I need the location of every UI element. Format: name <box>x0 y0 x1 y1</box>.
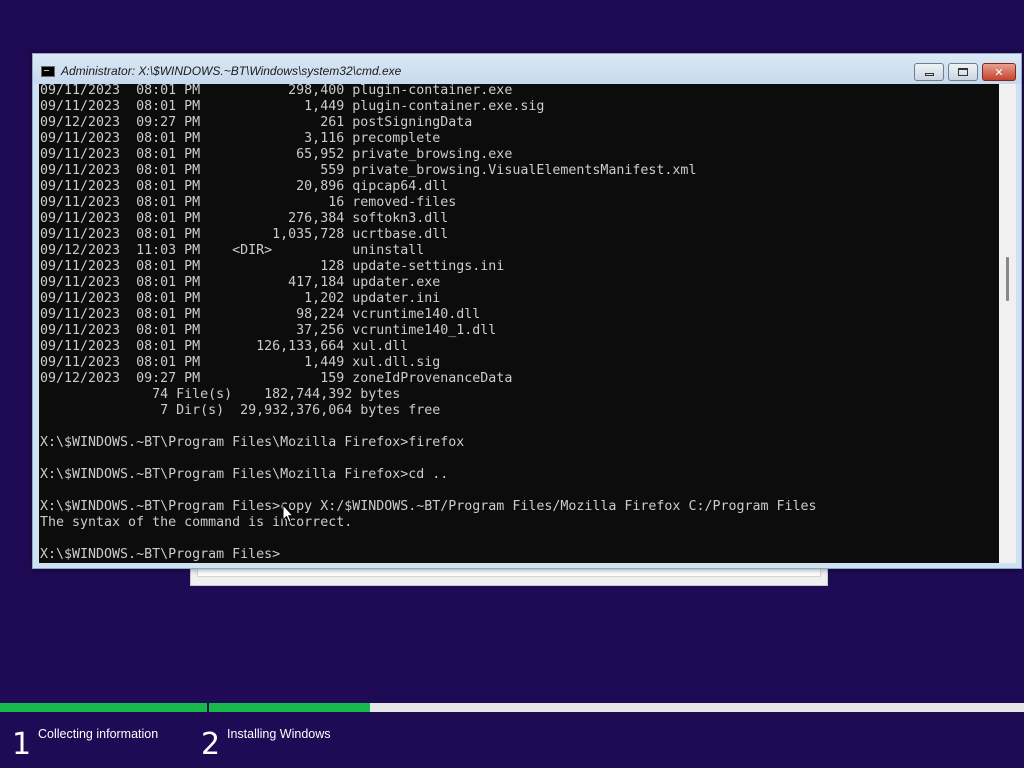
cmd-icon <box>41 66 55 77</box>
step-number: 1 <box>12 727 32 762</box>
close-button[interactable]: ✕ <box>982 63 1016 81</box>
console-line: The syntax of the command is incorrect. <box>40 515 353 530</box>
console-line: 09/11/2023 08:01 PM 65,952 private_brows… <box>40 147 513 162</box>
console-line: 09/11/2023 08:01 PM 1,449 xul.dll.sig <box>40 355 441 370</box>
console-line: X:\$WINDOWS.~BT\Program Files\Mozilla Fi… <box>40 467 449 482</box>
console-line: 09/11/2023 08:01 PM 1,449 plugin-contain… <box>40 99 545 114</box>
cmd-window[interactable]: Administrator: X:\$WINDOWS.~BT\Windows\s… <box>32 53 1022 569</box>
restore-icon <box>958 68 968 76</box>
setup-progress-bar <box>0 703 1024 712</box>
console-line: 09/11/2023 08:01 PM 1,202 updater.ini <box>40 291 441 306</box>
console-line: 09/12/2023 09:27 PM 261 postSigningData <box>40 115 473 130</box>
scrollbar-thumb[interactable] <box>1006 257 1009 301</box>
console-line: 09/11/2023 08:01 PM 98,224 vcruntime140.… <box>40 307 481 322</box>
console-line: 09/11/2023 08:01 PM 1,035,728 ucrtbase.d… <box>40 227 449 242</box>
title-bar[interactable]: Administrator: X:\$WINDOWS.~BT\Windows\s… <box>33 54 1021 84</box>
console-line: 09/12/2023 11:03 PM <DIR> uninstall <box>40 243 425 258</box>
step-label: Installing Windows <box>227 727 331 741</box>
mouse-pointer-icon <box>282 504 294 524</box>
close-icon: ✕ <box>994 65 1004 79</box>
console-line: 09/11/2023 08:01 PM 559 private_browsing… <box>40 163 697 178</box>
vertical-scrollbar[interactable] <box>999 84 1016 563</box>
console-line: 09/11/2023 08:01 PM 37,256 vcruntime140_… <box>40 323 497 338</box>
console-line: 09/11/2023 08:01 PM 16 removed-files <box>40 195 457 210</box>
console-line: 09/11/2023 08:01 PM 126,133,664 xul.dll <box>40 339 409 354</box>
console-line: 09/12/2023 09:27 PM 159 zoneIdProvenance… <box>40 371 513 386</box>
console-line: X:\$WINDOWS.~BT\Program Files>copy X:/$W… <box>40 499 817 514</box>
console-line: X:\$WINDOWS.~BT\Program Files> <box>40 547 281 562</box>
console-output[interactable]: 09/11/2023 08:01 PM 298,400 plugin-conta… <box>39 84 999 563</box>
step-label: Collecting information <box>38 727 159 741</box>
step-number: 2 <box>201 727 221 762</box>
console-line: 09/11/2023 08:01 PM 276,384 softokn3.dll <box>40 211 449 226</box>
maximize-button[interactable] <box>948 63 978 81</box>
console-line: 74 File(s) 182,744,392 bytes <box>40 387 401 402</box>
progress-step2-fill <box>209 703 370 712</box>
console-text: 09/11/2023 08:01 PM 298,400 plugin-conta… <box>40 84 817 563</box>
console-line: 09/11/2023 08:01 PM 128 update-settings.… <box>40 259 505 274</box>
minimize-button[interactable] <box>914 63 944 81</box>
console-line: 09/11/2023 08:01 PM 298,400 plugin-conta… <box>40 84 513 98</box>
minimize-icon <box>924 73 934 76</box>
console-line: 09/11/2023 08:01 PM 417,184 updater.exe <box>40 275 441 290</box>
console-line: 7 Dir(s) 29,932,376,064 bytes free <box>40 403 441 418</box>
progress-step1-fill <box>0 703 207 712</box>
console-line: X:\$WINDOWS.~BT\Program Files\Mozilla Fi… <box>40 435 465 450</box>
window-title: Administrator: X:\$WINDOWS.~BT\Windows\s… <box>61 64 402 78</box>
console-line: 09/11/2023 08:01 PM 20,896 qipcap64.dll <box>40 179 449 194</box>
console-line: 09/11/2023 08:01 PM 3,116 precomplete <box>40 131 441 146</box>
